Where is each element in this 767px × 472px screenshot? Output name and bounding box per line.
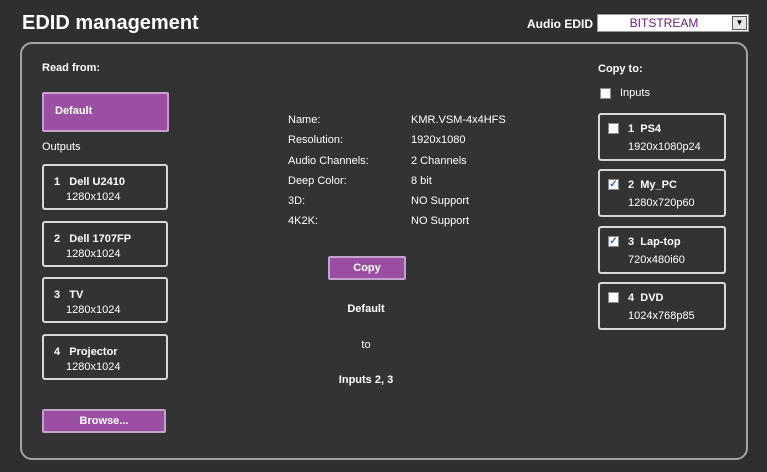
outputs-label: Outputs (42, 141, 81, 153)
input-resolution: 1920x1080p24 (628, 141, 701, 153)
output-name: Dell U2410 (69, 176, 125, 188)
input-num: 3 (628, 236, 635, 248)
browse-button[interactable]: Browse... (42, 409, 166, 433)
inputs-all-checkbox[interactable] (600, 88, 611, 99)
output-item-1[interactable]: 1 Dell U2410 1280x1024 (42, 164, 168, 210)
inputs-all-label: Inputs (620, 87, 650, 99)
output-item-3[interactable]: 3 TV 1280x1024 (42, 277, 168, 323)
output-resolution: 1280x1024 (66, 304, 121, 316)
input-item-2[interactable]: ✓ 2 My_PC 1280x720p60 (598, 169, 726, 217)
default-button[interactable]: Default (42, 92, 169, 132)
input-name: PS4 (640, 123, 662, 135)
output-num: 2 (54, 233, 61, 245)
output-item-2[interactable]: 2 Dell 1707FP 1280x1024 (42, 221, 168, 267)
copy-to-label: Copy to: (598, 63, 643, 75)
input-resolution: 720x480i60 (628, 254, 685, 266)
input-checkbox[interactable] (608, 292, 619, 303)
input-checkbox[interactable] (608, 123, 619, 134)
info-label-deep-color: Deep Color: (288, 175, 347, 187)
info-label-4k2k: 4K2K: (288, 215, 318, 227)
input-title-4: 4 DVD (628, 292, 663, 304)
output-name-4: 4 Projector (54, 346, 118, 358)
output-item-4[interactable]: 4 Projector 1280x1024 (42, 334, 168, 380)
output-num: 4 (54, 346, 61, 358)
audio-edid-value: BITSTREAM (629, 16, 699, 30)
input-checkbox-checked[interactable]: ✓ (608, 236, 619, 247)
info-value-audio: 2 Channels (411, 155, 467, 167)
info-value-4k2k: NO Support (411, 215, 470, 227)
output-num: 1 (54, 176, 61, 188)
input-name: DVD (640, 292, 664, 304)
copy-to-word: to (361, 339, 371, 351)
audio-edid-label: Audio EDID (527, 17, 593, 31)
info-label-name: Name: (288, 114, 321, 126)
input-num: 4 (628, 292, 635, 304)
output-resolution: 1280x1024 (66, 361, 121, 373)
input-title-2: 2 My_PC (628, 179, 677, 191)
info-value-3d: NO Support (411, 195, 470, 207)
chevron-down-icon[interactable]: ▼ (732, 16, 747, 30)
input-resolution: 1280x720p60 (628, 197, 695, 209)
output-num: 3 (54, 289, 61, 301)
copy-target: Inputs 2, 3 (338, 374, 394, 386)
input-title-1: 1 PS4 (628, 123, 661, 135)
copy-button[interactable]: Copy (328, 256, 406, 280)
audio-edid-select[interactable]: BITSTREAM ▼ (597, 14, 749, 32)
copy-source: Default (347, 303, 385, 315)
output-name: Dell 1707FP (69, 233, 132, 245)
output-resolution: 1280x1024 (66, 248, 121, 260)
input-num: 2 (628, 179, 635, 191)
info-value-deep-color: 8 bit (411, 175, 432, 187)
input-name: My_PC (640, 179, 677, 191)
read-from-label: Read from: (42, 62, 101, 74)
input-item-4[interactable]: 4 DVD 1024x768p85 (598, 282, 726, 330)
output-name-2: 2 Dell 1707FP (54, 233, 131, 245)
input-item-1[interactable]: 1 PS4 1920x1080p24 (598, 113, 726, 161)
info-label-audio: Audio Channels: (288, 155, 369, 167)
info-value-resolution: 1920x1080 (411, 134, 466, 146)
output-name: Projector (69, 346, 118, 358)
input-num: 1 (628, 123, 635, 135)
info-label-3d: 3D: (288, 195, 306, 207)
info-label-resolution: Resolution: (288, 134, 344, 146)
input-resolution: 1024x768p85 (628, 310, 695, 322)
input-item-3[interactable]: ✓ 3 Lap-top 720x480i60 (598, 226, 726, 274)
info-value-name: KMR.VSM-4x4HFS (411, 114, 506, 126)
input-title-3: 3 Lap-top (628, 236, 681, 248)
output-name: TV (69, 289, 84, 301)
input-name: Lap-top (640, 236, 681, 248)
output-name-1: 1 Dell U2410 (54, 176, 125, 188)
page-title: EDID management (22, 12, 199, 34)
input-checkbox-checked[interactable]: ✓ (608, 179, 619, 190)
output-resolution: 1280x1024 (66, 191, 121, 203)
output-name-3: 3 TV (54, 289, 83, 301)
